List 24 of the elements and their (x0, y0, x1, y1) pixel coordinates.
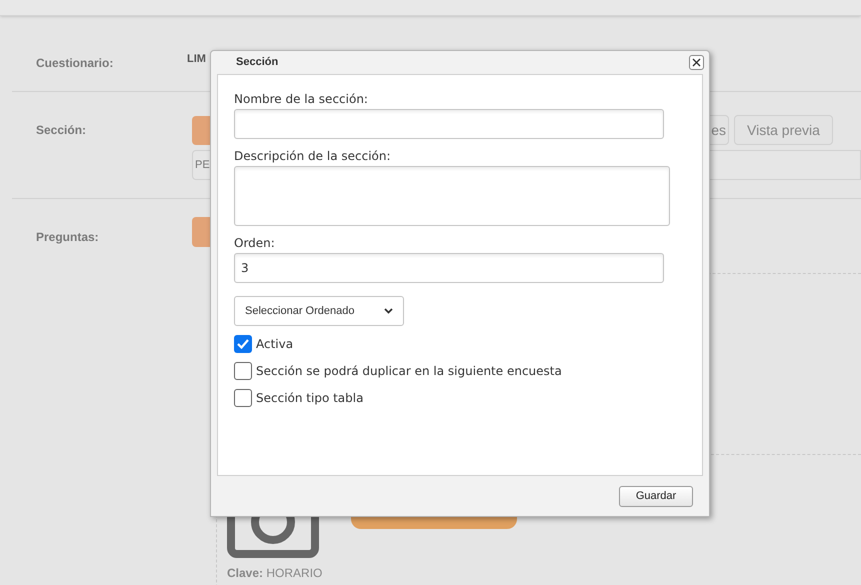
field-label: Sección: (36, 123, 86, 137)
check-icon (237, 339, 249, 349)
questionnaire-name: LIM (187, 53, 206, 65)
checkbox[interactable] (234, 335, 252, 353)
chevron-down-icon (384, 308, 393, 314)
field-label: Nombre de la sección: (234, 91, 369, 107)
checkbox[interactable] (234, 389, 252, 407)
checkbox-label: Sección se podrá duplicar en la siguiente encuesta (256, 363, 562, 380)
close-icon (692, 58, 701, 67)
field-label: Descripción de la sección: (234, 148, 392, 164)
save-button[interactable]: Guardar (619, 486, 693, 507)
checkbox[interactable] (234, 362, 252, 380)
checkbox-label: Sección tipo tabla (256, 390, 364, 407)
description-field[interactable] (234, 166, 670, 226)
field-label: Cuestionario: (36, 56, 114, 70)
question-key: Clave: HORARIO (227, 566, 322, 580)
text-field[interactable]: 3 (234, 253, 664, 283)
field-label: Orden: (234, 235, 276, 251)
field-label: Preguntas: (36, 230, 99, 244)
dialog-title: Sección (236, 55, 278, 70)
order-select[interactable]: Seleccionar Ordenado (234, 296, 404, 326)
text-field[interactable] (234, 109, 664, 139)
close-button[interactable] (689, 55, 704, 70)
checkbox-label: Activa (256, 336, 294, 353)
